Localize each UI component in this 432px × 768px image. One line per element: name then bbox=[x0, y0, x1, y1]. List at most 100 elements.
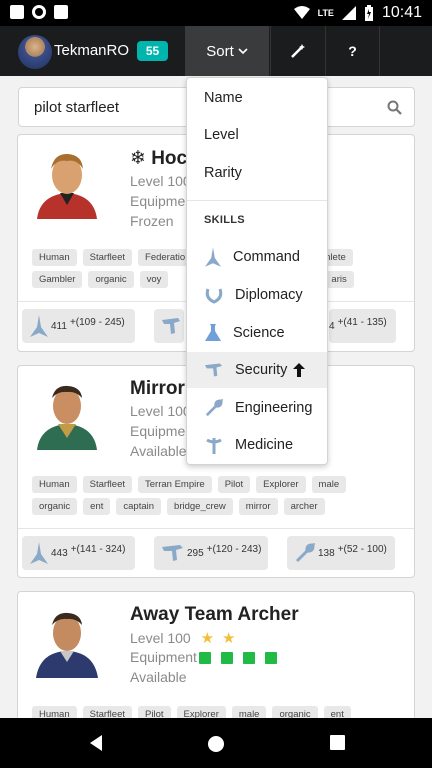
sort-option-label: Name bbox=[204, 90, 243, 106]
engineering-icon bbox=[295, 543, 315, 563]
recents-icon[interactable] bbox=[330, 735, 345, 750]
level-badge: 55 bbox=[137, 41, 168, 61]
trait-tag: organic bbox=[32, 498, 78, 515]
skill-row: 443 +(141 - 324) 295 +(120 - 243) 138 +(52 … bbox=[18, 528, 414, 574]
help-label: ? bbox=[348, 43, 357, 59]
skill-range: +(120 - 243) bbox=[206, 543, 262, 555]
back-icon[interactable] bbox=[88, 735, 104, 751]
sd-card-icon bbox=[54, 5, 68, 19]
sort-label: Sort bbox=[206, 42, 234, 60]
star-icon: ★ bbox=[221, 630, 236, 647]
signal-icon bbox=[341, 6, 356, 20]
crew-name: Mirror bbox=[130, 378, 185, 399]
trait-tag: captain bbox=[116, 498, 162, 515]
trait-tag: Explorer bbox=[256, 476, 306, 493]
crew-level-row: Level 100 ★ ★ bbox=[130, 629, 235, 647]
crew-level: Level 100 bbox=[130, 403, 191, 419]
sort-option-label: Command bbox=[233, 249, 300, 265]
sort-option-medicine[interactable]: Medicine bbox=[187, 427, 327, 463]
skill-value: 295 bbox=[187, 547, 204, 559]
sort-option-science[interactable]: Science bbox=[187, 315, 327, 351]
sort-option-diplomacy[interactable]: Diplomacy bbox=[187, 277, 327, 313]
sort-option-command[interactable]: Command bbox=[187, 239, 327, 275]
search-icon[interactable] bbox=[387, 100, 402, 115]
skills-header: SKILLS bbox=[204, 214, 245, 226]
equipment-slot bbox=[242, 652, 255, 665]
notification-a-icon bbox=[10, 5, 24, 19]
skill-value: 443 bbox=[51, 547, 68, 559]
crew-equipment-row: Equipment bbox=[130, 649, 287, 665]
engineering-icon bbox=[205, 399, 223, 417]
wifi-icon bbox=[293, 6, 310, 19]
skill-command: 411 +(109 - 245) bbox=[22, 309, 135, 343]
home-icon[interactable] bbox=[207, 735, 225, 753]
skill-command: 443 +(141 - 324) bbox=[22, 536, 135, 570]
trait-tag: Starfleet bbox=[82, 249, 133, 266]
notification-circle-icon bbox=[32, 5, 46, 19]
security-icon bbox=[162, 545, 183, 561]
skill-value: 138 bbox=[318, 547, 335, 559]
trait-tag: bridge_crew bbox=[167, 498, 233, 515]
crew-status: Available bbox=[130, 443, 187, 459]
equipment-slot bbox=[198, 652, 211, 665]
trait-tag: male bbox=[311, 476, 347, 493]
trait-tag: ent bbox=[83, 498, 111, 515]
equipment-slot bbox=[220, 652, 233, 665]
avatar[interactable] bbox=[18, 35, 52, 69]
sort-option-level[interactable]: Level bbox=[187, 117, 327, 153]
trait-tag: aris bbox=[324, 271, 354, 288]
sort-option-label: Science bbox=[233, 325, 285, 341]
skill-value: 411 bbox=[51, 320, 67, 332]
crew-name: ❄ Hoc bbox=[130, 148, 188, 169]
sort-option-name[interactable]: Name bbox=[187, 80, 327, 116]
skill-security bbox=[154, 309, 184, 343]
trait-tag: Human bbox=[32, 249, 77, 266]
sort-option-rarity[interactable]: Rarity bbox=[187, 155, 327, 191]
status-bar: LTE 10:41 bbox=[0, 0, 432, 26]
equipment-slot bbox=[264, 652, 277, 665]
skill-range: +(52 - 100) bbox=[337, 543, 387, 555]
network-type: LTE bbox=[317, 8, 334, 18]
username[interactable]: TekmanRO bbox=[54, 42, 129, 59]
battery-icon bbox=[364, 5, 373, 21]
crew-portrait bbox=[36, 612, 98, 678]
medicine-icon bbox=[206, 438, 222, 454]
sort-option-label: Rarity bbox=[204, 165, 242, 181]
skill-range: +(141 - 324) bbox=[70, 543, 126, 555]
magic-wand-button[interactable] bbox=[270, 26, 324, 76]
crew-name: Away Team Archer bbox=[130, 604, 299, 625]
trait-tag: voy bbox=[139, 271, 169, 288]
trait-tag: mirror bbox=[238, 498, 278, 515]
crew-equipment: Equipme bbox=[130, 193, 186, 209]
magic-wand-icon bbox=[290, 44, 305, 58]
skill-third: 4 +(41 - 135) bbox=[329, 309, 396, 343]
sort-button[interactable]: Sort bbox=[185, 26, 269, 76]
sort-option-security[interactable]: Security bbox=[187, 352, 327, 388]
trait-tag: Gambler bbox=[32, 271, 83, 288]
skill-value: 4 bbox=[329, 320, 335, 332]
crew-status: Available bbox=[130, 669, 187, 685]
app-bar: TekmanRO 55 Sort ? bbox=[0, 26, 432, 76]
arrow-up-icon bbox=[293, 363, 306, 377]
command-icon bbox=[30, 315, 48, 337]
trait-tag: archer bbox=[283, 498, 325, 515]
android-nav-bar bbox=[0, 718, 432, 768]
trait-tag: Starfleet bbox=[82, 476, 133, 493]
chevron-down-icon bbox=[238, 48, 248, 55]
security-icon bbox=[162, 318, 180, 334]
sort-option-label: Medicine bbox=[235, 437, 294, 453]
crew-card[interactable]: Away Team Archer Level 100 ★ ★ Equipment… bbox=[17, 591, 415, 731]
crew-portrait bbox=[37, 385, 97, 450]
skill-range: +(41 - 135) bbox=[337, 316, 387, 328]
trait-tag: Terran Empire bbox=[138, 476, 212, 493]
help-button[interactable]: ? bbox=[325, 26, 380, 76]
star-icon: ★ bbox=[200, 630, 215, 647]
crew-level: Level 100 bbox=[130, 630, 191, 646]
crew-status: Frozen bbox=[130, 213, 174, 229]
sort-option-label: Diplomacy bbox=[235, 287, 303, 303]
diplomacy-icon bbox=[205, 288, 223, 304]
sort-option-engineering[interactable]: Engineering bbox=[187, 390, 327, 426]
science-icon bbox=[205, 324, 221, 341]
command-icon bbox=[205, 247, 221, 267]
sort-option-label: Level bbox=[204, 127, 239, 143]
